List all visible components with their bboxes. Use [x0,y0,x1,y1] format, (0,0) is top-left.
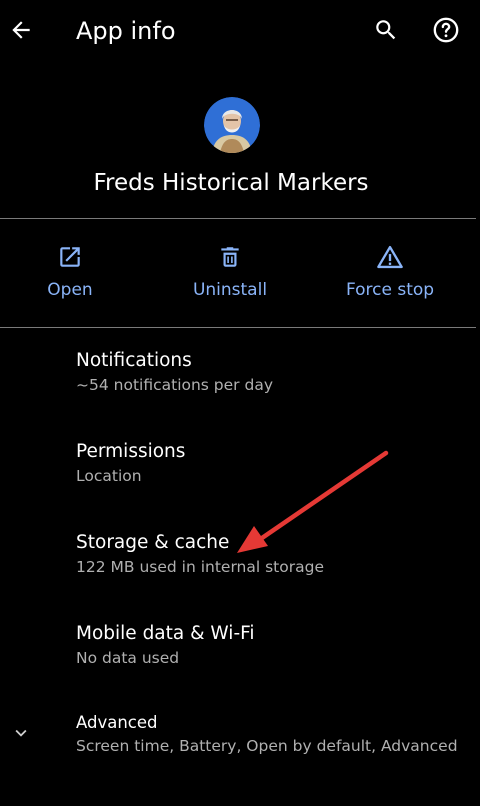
notifications-title: Notifications [76,350,192,371]
divider [0,218,476,219]
open-button[interactable]: Open [30,240,110,310]
help-icon[interactable] [430,14,462,46]
open-in-new-icon [55,240,85,274]
mobile-data-title: Mobile data & Wi-Fi [76,623,255,644]
mobile-data-summary: No data used [76,649,180,667]
permissions-title: Permissions [76,441,186,462]
notifications-summary: ~54 notifications per day [76,376,273,394]
arrow-back-icon[interactable] [6,14,36,46]
app-bar: App info [0,0,480,62]
app-avatar-icon [204,97,260,153]
app-name: Freds Historical Markers [93,170,369,196]
uninstall-label: Uninstall [192,280,268,300]
storage-cache-summary: 122 MB used in internal storage [76,558,324,576]
uninstall-button[interactable]: Uninstall [180,240,280,310]
advanced-summary: Screen time, Battery, Open by default, A… [76,737,458,755]
search-icon[interactable] [371,14,401,46]
permissions-summary: Location [76,467,142,485]
mobile-data-item[interactable]: Mobile data & Wi-Fi No data used [76,621,466,669]
trash-icon [215,240,245,274]
advanced-item[interactable]: Advanced Screen time, Battery, Open by d… [76,711,466,757]
page-title: App info [76,17,176,45]
notifications-item[interactable]: Notifications ~54 notifications per day [76,348,466,396]
warning-icon [375,240,405,274]
divider [0,327,476,328]
permissions-item[interactable]: Permissions Location [76,439,466,487]
chevron-down-icon[interactable] [10,722,32,744]
open-label: Open [47,280,93,300]
advanced-title: Advanced [76,713,158,732]
storage-cache-item[interactable]: Storage & cache 122 MB used in internal … [76,530,466,578]
force-stop-button[interactable]: Force stop [330,240,450,310]
storage-cache-title: Storage & cache [76,532,230,553]
force-stop-label: Force stop [345,280,435,300]
